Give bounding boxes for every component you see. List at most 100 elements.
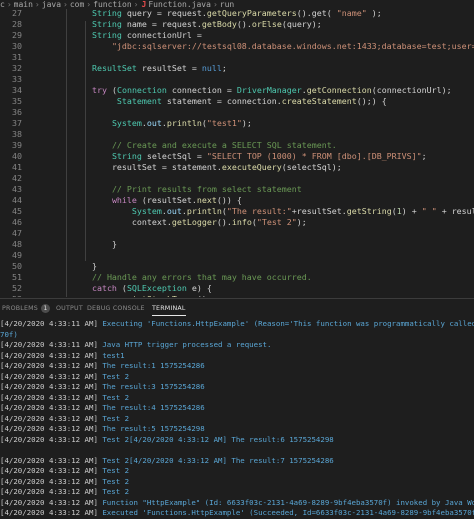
log-timestamp: [4/20/2020 4:33:12 AM] bbox=[0, 350, 98, 360]
log-message: The result:4 1575254286 bbox=[97, 403, 205, 412]
code-token: + resultSet. bbox=[441, 206, 474, 216]
terminal-line: [4/20/2020 4:33:11 AM] Java HTTP trigger… bbox=[0, 340, 474, 350]
terminal-output[interactable]: [4/20/2020 4:33:11 AM] Executing 'Functi… bbox=[0, 318, 474, 519]
code-token: context. bbox=[131, 217, 172, 227]
terminal-line: [4/20/2020 4:33:12 AM] Test 2[4/20/2020 … bbox=[0, 456, 474, 466]
code-token: Connection bbox=[116, 85, 167, 95]
log-message: Test 2 bbox=[97, 466, 130, 475]
code-token: out bbox=[166, 206, 182, 216]
log-message: Test 2 bbox=[97, 392, 130, 402]
code-token: e) { bbox=[186, 283, 212, 293]
code-token: "jdbc:sqlserver://testsql08.database.win… bbox=[111, 41, 474, 51]
code-token: executeQuery bbox=[221, 162, 282, 172]
code-token: println bbox=[166, 118, 202, 128]
code-token: ( bbox=[116, 283, 127, 293]
code-token: getBody bbox=[201, 19, 237, 29]
terminal-line: [4/20/2020 4:33:12 AM] Test 2 bbox=[0, 393, 474, 403]
log-timestamp: [4/20/2020 4:33:12 AM] bbox=[0, 466, 98, 475]
tab-output[interactable]: OUTPUT bbox=[56, 303, 83, 315]
code-token: (resultSet. bbox=[136, 195, 197, 205]
log-timestamp: [4/20/2020 4:33:12 AM] bbox=[0, 508, 98, 517]
code-token: catch bbox=[91, 283, 117, 293]
terminal-line: [4/20/2020 4:33:12 AM] Test 2 bbox=[0, 466, 474, 476]
terminal-line: [4/20/2020 4:33:12 AM] Test 2[4/20/2020 … bbox=[0, 435, 474, 445]
code-token: ) + bbox=[401, 206, 422, 216]
tab-problems[interactable]: PROBLEMS 1 bbox=[2, 303, 50, 315]
log-message: Function "HttpExample" (Id: 6633f03c-213… bbox=[97, 497, 474, 507]
code-token: name = request. bbox=[121, 19, 202, 29]
log-timestamp: [4/20/2020 4:33:12 AM] bbox=[0, 497, 98, 507]
breadcrumb-item[interactable]: com bbox=[70, 0, 84, 9]
code-token: // Print results from select statement bbox=[111, 184, 302, 194]
code-token: ; bbox=[421, 151, 427, 161]
log-timestamp: [4/20/2020 4:33:11 AM] bbox=[0, 340, 98, 349]
code-token: DriverManager bbox=[236, 85, 302, 95]
code-token: try bbox=[91, 85, 107, 95]
log-timestamp: [4/20/2020 4:33:12 AM] bbox=[0, 424, 98, 433]
log-message: Test 2 bbox=[97, 487, 130, 496]
log-timestamp: [4/20/2020 4:33:12 AM] bbox=[0, 371, 98, 381]
breadcrumb-symbol[interactable]: run bbox=[220, 0, 234, 9]
code-token: resultSet = statement. bbox=[111, 162, 222, 172]
code-token: // Create and execute a SELECT SQL state… bbox=[111, 140, 337, 150]
code-token: } bbox=[91, 261, 97, 271]
log-timestamp: [4/20/2020 4:33:11 AM] bbox=[0, 319, 98, 328]
terminal-line: [4/20/2020 4:33:11 AM] Executing 'Functi… bbox=[0, 319, 474, 329]
code-token: (connectionUrl); bbox=[371, 85, 452, 95]
code-token: ( bbox=[106, 85, 117, 95]
code-token: (query); bbox=[281, 19, 322, 29]
code-token: info bbox=[231, 217, 252, 227]
log-timestamp: [4/20/2020 4:33:12 AM] bbox=[0, 403, 98, 412]
code-token: query = request. bbox=[121, 9, 207, 18]
terminal-line: [4/20/2020 4:33:12 AM] Executed 'Functio… bbox=[0, 508, 474, 518]
tab-debug-console[interactable]: DEBUG CONSOLE bbox=[87, 303, 145, 315]
code-token: Statement bbox=[116, 96, 162, 106]
code-line[interactable]: 53 e.printStackTrace(); bbox=[0, 293, 474, 297]
code-token: String bbox=[91, 19, 122, 29]
log-timestamp: [4/20/2020 4:33:12 AM] bbox=[0, 455, 98, 465]
log-message: test1 bbox=[97, 350, 125, 360]
breadcrumb-file[interactable]: Function.java bbox=[148, 0, 211, 9]
breadcrumb-item[interactable]: function bbox=[93, 0, 132, 9]
code-token: connectionUrl = bbox=[121, 30, 202, 40]
log-timestamp: [4/20/2020 4:33:12 AM] bbox=[0, 361, 98, 370]
code-token: getLogger bbox=[171, 217, 217, 227]
chevron-right-icon: › bbox=[63, 0, 68, 9]
terminal-line: 70f) bbox=[0, 330, 474, 340]
code-token: resultSet = bbox=[136, 63, 202, 73]
code-token: getQueryParameters bbox=[206, 9, 297, 18]
terminal-line: [4/20/2020 4:33:12 AM] The result:3 1575… bbox=[0, 382, 474, 392]
log-timestamp: [4/20/2020 4:33:12 AM] bbox=[0, 413, 98, 423]
code-token: e. bbox=[112, 294, 122, 297]
breadcrumb-item[interactable]: java bbox=[42, 0, 61, 9]
chevron-right-icon: › bbox=[6, 0, 12, 9]
breadcrumb-item[interactable]: main bbox=[14, 0, 33, 9]
code-editor[interactable]: 27 String query = request.getQueryParame… bbox=[0, 9, 474, 297]
code-token: ();) { bbox=[356, 96, 387, 106]
breadcrumb: c › main › java › com › function › J Function.java ›… bbox=[0, 0, 474, 9]
terminal-line: [4/20/2020 4:33:12 AM] The result:1 1575… bbox=[0, 361, 474, 371]
terminal-line: [4/20/2020 4:33:12 AM] Function "HttpExa… bbox=[0, 498, 474, 508]
code-token: ().get( bbox=[296, 9, 337, 18]
chevron-right-icon: › bbox=[86, 0, 92, 9]
code-token: ); bbox=[296, 217, 307, 227]
terminal-line: [4/20/2020 4:33:12 AM] test1 bbox=[0, 351, 474, 361]
tab-terminal[interactable]: TERMINAL bbox=[152, 303, 186, 316]
problems-count-badge: 1 bbox=[40, 304, 50, 313]
code-token: SQLException bbox=[126, 283, 187, 293]
code-token: ); bbox=[366, 9, 382, 18]
code-token: "SELECT TOP (1000) * FROM [dbo].[DB_PRIV… bbox=[206, 151, 422, 161]
terminal-line: [4/20/2020 4:33:12 AM] Test 2 bbox=[0, 372, 474, 382]
log-message: Test 2[4/20/2020 4:33:12 AM] The result:… bbox=[97, 434, 334, 444]
log-message: Test 2 bbox=[97, 476, 130, 486]
